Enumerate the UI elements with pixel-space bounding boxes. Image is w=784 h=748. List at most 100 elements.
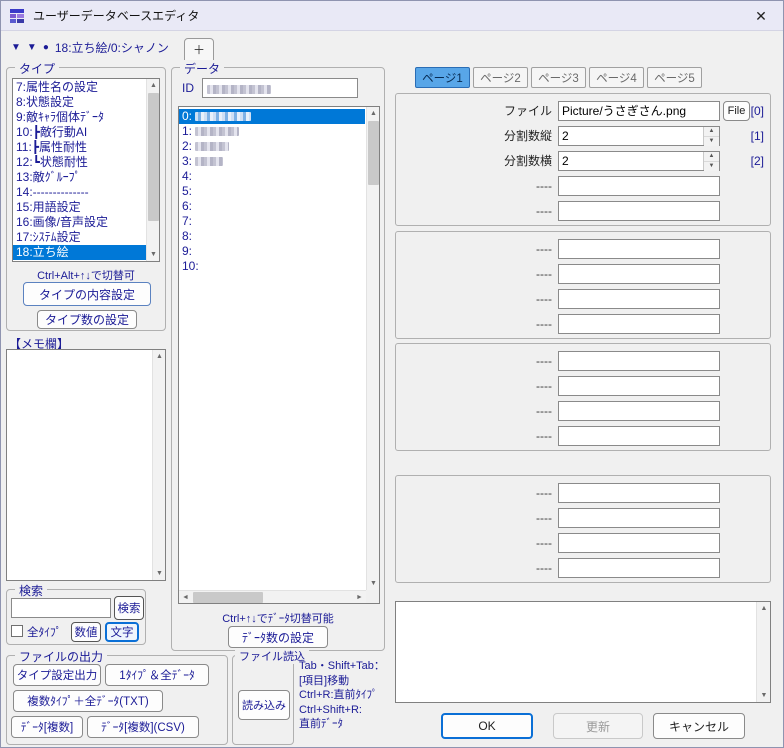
empty-field-input[interactable] <box>558 482 720 503</box>
cancel-button[interactable]: キャンセル <box>653 713 745 739</box>
data-list-item[interactable]: 9: <box>179 244 365 259</box>
split-h-input[interactable] <box>558 150 720 171</box>
empty-field-input[interactable] <box>558 288 720 309</box>
scroll-up-icon[interactable]: ▲ <box>367 107 379 120</box>
update-button[interactable]: 更新 <box>553 713 643 739</box>
nav-prev-icon[interactable]: ▼ <box>11 42 21 53</box>
empty-field-input[interactable] <box>558 400 720 421</box>
scroll-up-icon[interactable]: ▲ <box>757 602 770 615</box>
all-types-checkbox[interactable] <box>11 625 23 637</box>
empty-field-input[interactable] <box>558 313 720 334</box>
scrollbar-thumb[interactable] <box>193 592 263 603</box>
search-input[interactable] <box>11 598 111 618</box>
spin-down-icon[interactable]: ▼ <box>704 161 719 171</box>
data-list-item[interactable]: 6: <box>179 199 365 214</box>
load-button[interactable]: 読み込み <box>238 690 290 720</box>
data-multi-csv-button[interactable]: ﾃﾞｰﾀ[複数](CSV) <box>87 716 199 738</box>
type-list-item[interactable]: 9:敵ｷｬﾗ個体ﾃﾞｰﾀ <box>13 110 146 125</box>
tab-page3[interactable]: ページ3 <box>531 67 586 88</box>
ok-button[interactable]: OK <box>441 713 533 739</box>
tab-page1[interactable]: ページ1 <box>415 67 470 88</box>
empty-field-input[interactable] <box>558 350 720 371</box>
empty-field-input[interactable] <box>558 532 720 553</box>
spin-up-icon[interactable]: ▲ <box>704 126 719 137</box>
type-content-settings-button[interactable]: タイプの内容設定 <box>23 282 151 306</box>
data-list-item[interactable]: 4: <box>179 169 365 184</box>
data-list-item-selected[interactable]: 0: <box>179 109 365 124</box>
scroll-down-icon[interactable]: ▼ <box>367 577 379 590</box>
spin-down-icon[interactable]: ▼ <box>704 136 719 146</box>
type-list-item[interactable]: 17:ｼｽﾃﾑ設定 <box>13 230 146 245</box>
data-list-hscrollbar[interactable]: ◄ ► <box>179 590 366 603</box>
one-type-all-data-button[interactable]: 1ﾀｲﾌﾟ＆全ﾃﾞｰﾀ <box>105 664 209 686</box>
data-list-item[interactable]: 10: <box>179 259 365 274</box>
data-list-item[interactable]: 5: <box>179 184 365 199</box>
empty-field-input[interactable] <box>558 238 720 259</box>
empty-field-input[interactable] <box>558 507 720 528</box>
id-input[interactable] <box>202 78 358 98</box>
tab-page2[interactable]: ページ2 <box>473 67 528 88</box>
scroll-down-icon[interactable]: ▼ <box>757 689 770 702</box>
data-list-item[interactable]: 2: <box>179 139 365 154</box>
type-list-scrollbar[interactable]: ▲ ▼ <box>146 79 159 261</box>
scrollbar-corner <box>366 590 379 603</box>
empty-field-input[interactable] <box>558 175 720 196</box>
data-count-settings-button[interactable]: ﾃﾞｰﾀ数の設定 <box>228 626 328 648</box>
split-v-field-label: 分割数縦 <box>503 129 552 143</box>
type-list-item[interactable]: 14:-------------- <box>13 185 146 200</box>
scroll-down-icon[interactable]: ▼ <box>153 567 165 580</box>
data-multi-button[interactable]: ﾃﾞｰﾀ[複数] <box>11 716 83 738</box>
scroll-right-icon[interactable]: ► <box>353 591 366 603</box>
type-list-item[interactable]: 12:┗状態耐性 <box>13 155 146 170</box>
redacted-text <box>195 112 252 122</box>
nav-next-icon[interactable]: ▼ <box>27 42 37 53</box>
type-groupbox: タイプ 7:属性名の設定 8:状態設定 9:敵ｷｬﾗ個体ﾃﾞｰﾀ 10:┣敵行動… <box>6 60 166 331</box>
scroll-down-icon[interactable]: ▼ <box>147 248 159 261</box>
type-list-item[interactable]: 8:状態設定 <box>13 95 146 110</box>
scrollbar-thumb[interactable] <box>368 121 379 185</box>
split-v-input[interactable] <box>558 125 720 146</box>
type-list-item[interactable]: 11:┣属性耐性 <box>13 140 146 155</box>
empty-field-input[interactable] <box>558 375 720 396</box>
file-field-input[interactable] <box>558 100 720 121</box>
empty-field-input[interactable] <box>558 425 720 446</box>
type-list-item[interactable]: 15:用語設定 <box>13 200 146 215</box>
type-list-item[interactable]: 13:敵ｸﾞﾙｰﾌﾟ <box>13 170 146 185</box>
type-setting-output-button[interactable]: タイプ設定出力 <box>13 664 101 686</box>
search-button[interactable]: 検索 <box>114 596 144 620</box>
empty-field-input[interactable] <box>558 200 720 221</box>
type-count-settings-button[interactable]: タイプ数の設定 <box>37 310 137 329</box>
close-button[interactable]: ✕ <box>739 1 783 31</box>
type-list-item[interactable]: 10:┣敵行動AI <box>13 125 146 140</box>
memo-scrollbar[interactable]: ▲ ▼ <box>152 350 165 580</box>
add-tab-button[interactable]: ＋ <box>184 38 214 61</box>
search-numeric-button[interactable]: 数値 <box>71 622 101 642</box>
data-list-item[interactable]: 1: <box>179 124 365 139</box>
field-group-2: ---- ---- ---- ---- <box>395 231 771 339</box>
scroll-up-icon[interactable]: ▲ <box>147 79 159 92</box>
data-list-vscrollbar[interactable]: ▲ ▼ <box>366 107 379 590</box>
tab-page5[interactable]: ページ5 <box>647 67 702 88</box>
file-browse-button[interactable]: File <box>723 100 750 121</box>
tab-page4[interactable]: ページ4 <box>589 67 644 88</box>
empty-field-row: ---- <box>396 236 770 261</box>
data-list-item[interactable]: 3: <box>179 154 365 169</box>
data-list-item[interactable]: 8: <box>179 229 365 244</box>
search-text-button[interactable]: 文字 <box>105 622 139 642</box>
data-list-item[interactable]: 7: <box>179 214 365 229</box>
memo-textarea[interactable]: ▲ ▼ <box>6 349 166 581</box>
type-list-item-selected[interactable]: 18:立ち絵 <box>13 245 146 260</box>
type-list-item[interactable]: 16:画像/音声設定 <box>13 215 146 230</box>
empty-field-input[interactable] <box>558 263 720 284</box>
empty-field-input[interactable] <box>558 557 720 578</box>
scrollbar-thumb[interactable] <box>148 93 159 221</box>
data-list[interactable]: 0: 1: 2: 3: 4: 5: 6: 7: 8: 9: 10: ▲ ▼ ◄ <box>178 106 380 604</box>
spin-up-icon[interactable]: ▲ <box>704 151 719 162</box>
multi-type-txt-button[interactable]: 複数ﾀｲﾌﾟ＋全ﾃﾞｰﾀ(TXT) <box>13 690 163 712</box>
detail-textarea[interactable]: ▲ ▼ <box>395 601 771 703</box>
scroll-up-icon[interactable]: ▲ <box>153 350 165 363</box>
type-list[interactable]: 7:属性名の設定 8:状態設定 9:敵ｷｬﾗ個体ﾃﾞｰﾀ 10:┣敵行動AI 1… <box>12 78 160 262</box>
detail-scrollbar[interactable]: ▲ ▼ <box>756 602 770 702</box>
type-list-item[interactable]: 7:属性名の設定 <box>13 80 146 95</box>
scroll-left-icon[interactable]: ◄ <box>179 591 192 603</box>
